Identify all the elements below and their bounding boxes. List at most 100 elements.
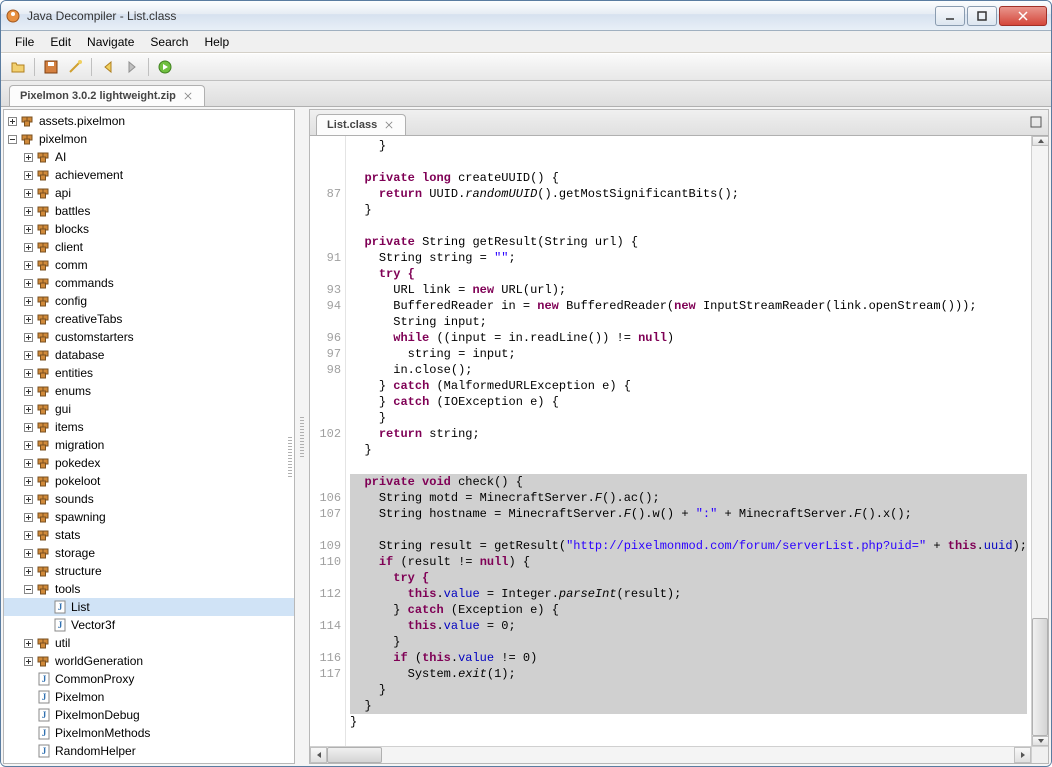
tree-item-RandomHelper[interactable]: JRandomHelper	[4, 742, 294, 760]
code-line[interactable]: System.exit(1);	[350, 666, 1027, 682]
tree-expander-icon[interactable]	[20, 293, 36, 309]
vertical-sash[interactable]	[295, 109, 309, 764]
tree-expander-icon[interactable]	[20, 545, 36, 561]
tree-item-stats[interactable]: stats	[4, 526, 294, 544]
tree-expander-icon[interactable]	[20, 419, 36, 435]
code-line[interactable]: }	[350, 714, 1027, 730]
tree-expander-icon[interactable]	[20, 509, 36, 525]
tree-item-customstarters[interactable]: customstarters	[4, 328, 294, 346]
wand-icon[interactable]	[64, 56, 86, 78]
tree-expander-icon[interactable]	[20, 365, 36, 381]
tree-expander-icon[interactable]	[20, 239, 36, 255]
tree-item-gui[interactable]: gui	[4, 400, 294, 418]
tree-expander-icon[interactable]	[20, 185, 36, 201]
tree-item-blocks[interactable]: blocks	[4, 220, 294, 238]
tree-item-pixelmon[interactable]: pixelmon	[4, 130, 294, 148]
tree-expander-icon[interactable]	[20, 347, 36, 363]
tree-item-battles[interactable]: battles	[4, 202, 294, 220]
tree-expander-icon[interactable]	[20, 707, 36, 723]
code-line[interactable]: if (this.value != 0)	[350, 650, 1027, 666]
scroll-down-icon[interactable]	[1032, 736, 1048, 746]
run-icon[interactable]	[154, 56, 176, 78]
code-line[interactable]: }	[350, 698, 1027, 714]
tree-item-PixelmonMethods[interactable]: JPixelmonMethods	[4, 724, 294, 742]
tree-item-commands[interactable]: commands	[4, 274, 294, 292]
tree-expander-icon[interactable]	[20, 581, 36, 597]
tree-expander-icon[interactable]	[20, 725, 36, 741]
menu-help[interactable]: Help	[196, 33, 237, 51]
tree-item-tools[interactable]: tools	[4, 580, 294, 598]
tree-item-worldGeneration[interactable]: worldGeneration	[4, 652, 294, 670]
tree-item-config[interactable]: config	[4, 292, 294, 310]
tree-expander-icon[interactable]	[20, 671, 36, 687]
code-line[interactable]: private void check() {	[350, 474, 1027, 490]
code-line[interactable]: } catch (Exception e) {	[350, 602, 1027, 618]
code-line[interactable]: }	[350, 138, 1027, 154]
code-line[interactable]: String hostname = MinecraftServer.F().w(…	[350, 506, 1027, 522]
tree-expander-icon[interactable]	[20, 221, 36, 237]
tree-expander-icon[interactable]	[4, 131, 20, 147]
code-line[interactable]: URL link = new URL(url);	[350, 282, 1027, 298]
code-line[interactable]: }	[350, 442, 1027, 458]
code-line[interactable]: String string = "";	[350, 250, 1027, 266]
code-line[interactable]: } catch (IOException e) {	[350, 394, 1027, 410]
tree-item-api[interactable]: api	[4, 184, 294, 202]
titlebar[interactable]: Java Decompiler - List.class	[1, 1, 1051, 31]
menu-search[interactable]: Search	[142, 33, 196, 51]
menu-navigate[interactable]: Navigate	[79, 33, 142, 51]
forward-icon[interactable]	[121, 56, 143, 78]
tree-expander-icon[interactable]	[36, 599, 52, 615]
tree-item-comm[interactable]: comm	[4, 256, 294, 274]
code-line[interactable]	[350, 218, 1027, 234]
tree-item-pokedex[interactable]: pokedex	[4, 454, 294, 472]
horizontal-scrollbar[interactable]	[310, 746, 1048, 763]
tree-item-sounds[interactable]: sounds	[4, 490, 294, 508]
hscroll-thumb[interactable]	[327, 747, 382, 763]
tree-expander-icon[interactable]	[20, 383, 36, 399]
tree-expander-icon[interactable]	[4, 113, 20, 129]
code-line[interactable]: BufferedReader in = new BufferedReader(n…	[350, 298, 1027, 314]
code-line[interactable]: String result = getResult("http://pixelm…	[350, 538, 1027, 554]
tree-item-storage[interactable]: storage	[4, 544, 294, 562]
tree-item-AI[interactable]: AI	[4, 148, 294, 166]
code-line[interactable]: try {	[350, 266, 1027, 282]
editor-tab[interactable]: List.class	[316, 114, 406, 135]
code-line[interactable]: String input;	[350, 314, 1027, 330]
tree-expander-icon[interactable]	[20, 743, 36, 759]
tree-expander-icon[interactable]	[20, 689, 36, 705]
save-icon[interactable]	[40, 56, 62, 78]
code-line[interactable]: }	[350, 410, 1027, 426]
code-line[interactable]: String motd = MinecraftServer.F().ac();	[350, 490, 1027, 506]
tree-item-migration[interactable]: migration	[4, 436, 294, 454]
tree-expander-icon[interactable]	[20, 167, 36, 183]
scroll-left-icon[interactable]	[310, 747, 327, 763]
tree-expander-icon[interactable]	[20, 437, 36, 453]
tree-item-structure[interactable]: structure	[4, 562, 294, 580]
project-tab[interactable]: Pixelmon 3.0.2 lightweight.zip	[9, 85, 205, 106]
tree-item-achievement[interactable]: achievement	[4, 166, 294, 184]
code-line[interactable]: if (result != null) {	[350, 554, 1027, 570]
tree-item-assets[interactable]: assets.pixelmon	[4, 112, 294, 130]
vscroll-track[interactable]	[1032, 146, 1048, 736]
minimize-button[interactable]	[935, 6, 965, 26]
code-line[interactable]: this.value = Integer.parseInt(result);	[350, 586, 1027, 602]
tree-expander-icon[interactable]	[36, 617, 52, 633]
hscroll-track[interactable]	[327, 747, 1014, 763]
scroll-right-icon[interactable]	[1014, 747, 1031, 763]
tree-item-List[interactable]: JList	[4, 598, 294, 616]
close-button[interactable]	[999, 6, 1047, 26]
tree-item-database[interactable]: database	[4, 346, 294, 364]
code-line[interactable]: private long createUUID() {	[350, 170, 1027, 186]
code-line[interactable]: return string;	[350, 426, 1027, 442]
code-line[interactable]: this.value = 0;	[350, 618, 1027, 634]
maximize-button[interactable]	[967, 6, 997, 26]
tree-expander-icon[interactable]	[20, 527, 36, 543]
tree-expander-icon[interactable]	[20, 455, 36, 471]
tree-item-Vector3f[interactable]: JVector3f	[4, 616, 294, 634]
close-icon[interactable]	[383, 119, 395, 131]
back-icon[interactable]	[97, 56, 119, 78]
menu-file[interactable]: File	[7, 33, 42, 51]
tree-item-pokeloot[interactable]: pokeloot	[4, 472, 294, 490]
tree-scroll-handle[interactable]	[288, 437, 292, 477]
tree-item-CommonProxy[interactable]: JCommonProxy	[4, 670, 294, 688]
